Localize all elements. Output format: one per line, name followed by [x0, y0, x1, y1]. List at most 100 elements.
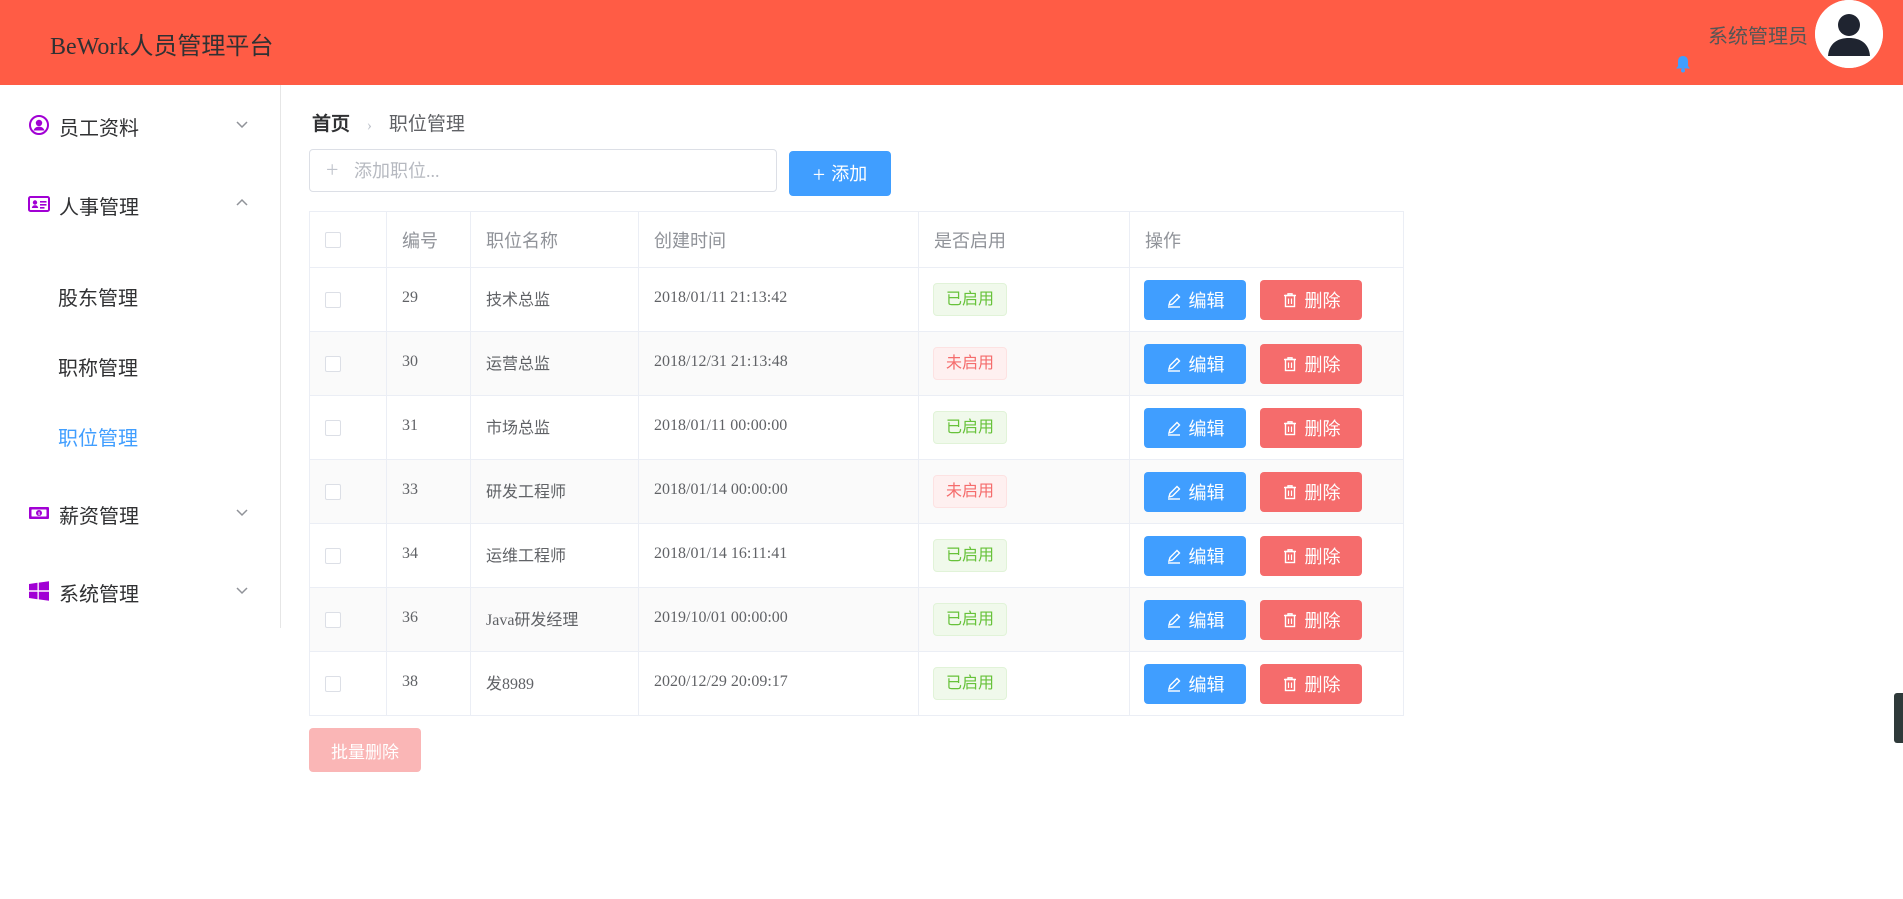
status-badge: 未启用: [933, 475, 1007, 508]
chevron-down-icon: [236, 587, 248, 595]
plus-icon: +: [812, 161, 826, 187]
status-badge: 已启用: [933, 667, 1007, 700]
cell-id: 31: [402, 417, 418, 434]
cell-id: 29: [402, 289, 418, 306]
edit-button[interactable]: 编辑: [1144, 600, 1246, 640]
edit-button[interactable]: 编辑: [1144, 280, 1246, 320]
add-position-input[interactable]: [352, 154, 756, 189]
row-checkbox[interactable]: [325, 676, 341, 692]
delete-button[interactable]: 删除: [1260, 280, 1362, 320]
edit-button[interactable]: 编辑: [1144, 344, 1246, 384]
menu-group-label: 薪资管理: [59, 506, 139, 528]
cell-position-name: 发8989: [486, 676, 535, 693]
status-badge: 未启用: [933, 347, 1007, 380]
money-icon: $: [29, 507, 49, 519]
top-header: BeWork人员管理平台 系统管理员: [0, 0, 1903, 85]
user-name[interactable]: 系统管理员: [1708, 20, 1808, 49]
column-header: 操作: [1145, 231, 1181, 251]
cell-id: 30: [402, 353, 418, 370]
menu-group-hr[interactable]: 人事管理: [0, 176, 280, 232]
delete-button-label: 删除: [1304, 547, 1341, 567]
add-button[interactable]: + 添加: [789, 151, 891, 196]
sidebar-item-title[interactable]: 职称管理: [58, 352, 138, 381]
trash-icon: [1283, 421, 1296, 436]
batch-delete-button[interactable]: 批量删除: [309, 728, 421, 772]
edit-button[interactable]: 编辑: [1144, 472, 1246, 512]
delete-button[interactable]: 删除: [1260, 600, 1362, 640]
delete-button-label: 删除: [1304, 291, 1341, 311]
row-checkbox[interactable]: [325, 548, 341, 564]
sidebar-item-shareholder[interactable]: 股东管理: [58, 282, 138, 311]
chevron-down-icon: [236, 509, 248, 517]
delete-button[interactable]: 删除: [1260, 536, 1362, 576]
trash-icon: [1283, 485, 1296, 500]
windows-icon: [29, 581, 49, 601]
edit-icon: [1167, 421, 1180, 436]
menu-group-salary[interactable]: $ 薪资管理: [0, 485, 280, 541]
menu-group-label: 系统管理: [59, 584, 139, 606]
status-badge: 已启用: [933, 283, 1007, 316]
add-position-field[interactable]: +: [309, 149, 777, 192]
edit-button[interactable]: 编辑: [1144, 408, 1246, 448]
table-row: 30 运营总监 2018/12/31 21:13:48 未启用 编辑 删除: [310, 332, 1403, 396]
trash-icon: [1283, 357, 1296, 372]
edit-icon: [1167, 613, 1180, 628]
svg-text:$: $: [38, 511, 41, 517]
delete-button[interactable]: 删除: [1260, 472, 1362, 512]
trash-icon: [1283, 613, 1296, 628]
table-row: 34 运维工程师 2018/01/14 16:11:41 已启用 编辑 删除: [310, 524, 1403, 588]
menu-group-system[interactable]: 系统管理: [0, 563, 280, 619]
cell-position-name: 技术总监: [486, 292, 551, 309]
user-avatar-icon: [1815, 0, 1883, 68]
bell-icon[interactable]: [1675, 55, 1691, 73]
table-row: 31 市场总监 2018/01/11 00:00:00 已启用 编辑 删除: [310, 396, 1403, 460]
menu-group-label: 人事管理: [59, 197, 139, 219]
row-checkbox[interactable]: [325, 612, 341, 628]
trash-icon: [1283, 293, 1296, 308]
sidebar: 员工资料 人事管理 股东管理 职称管理 职位管理 $ 薪资管理 系统管理: [0, 85, 281, 628]
side-panel-handle[interactable]: [1894, 693, 1903, 743]
trash-icon: [1283, 677, 1296, 692]
app-title: BeWork人员管理平台: [50, 34, 274, 60]
column-header: 职位名称: [486, 231, 558, 251]
row-checkbox[interactable]: [325, 420, 341, 436]
user-circle-icon: [29, 115, 49, 135]
edit-icon: [1167, 485, 1180, 500]
cell-position-name: 运维工程师: [486, 548, 567, 565]
delete-button[interactable]: 删除: [1260, 408, 1362, 448]
delete-button-label: 删除: [1304, 675, 1341, 695]
delete-button-label: 删除: [1304, 419, 1341, 439]
delete-button[interactable]: 删除: [1260, 664, 1362, 704]
row-checkbox[interactable]: [325, 484, 341, 500]
cell-created-time: 2018/01/14 00:00:00: [654, 481, 788, 498]
cell-position-name: Java研发经理: [486, 612, 579, 629]
column-header: 是否启用: [934, 231, 1006, 251]
select-all-checkbox[interactable]: [325, 232, 341, 248]
edit-icon: [1167, 549, 1180, 564]
edit-button[interactable]: 编辑: [1144, 664, 1246, 704]
edit-button-label: 编辑: [1188, 483, 1225, 503]
edit-button-label: 编辑: [1188, 291, 1225, 311]
cell-created-time: 2018/01/14 16:11:41: [654, 545, 788, 562]
row-checkbox[interactable]: [325, 356, 341, 372]
edit-button-label: 编辑: [1188, 547, 1225, 567]
avatar[interactable]: [1815, 0, 1883, 68]
edit-button[interactable]: 编辑: [1144, 536, 1246, 576]
sidebar-item-position[interactable]: 职位管理: [58, 422, 138, 451]
edit-button-label: 编辑: [1188, 419, 1225, 439]
status-badge: 已启用: [933, 603, 1007, 636]
cell-position-name: 运营总监: [486, 356, 551, 373]
table-row: 29 技术总监 2018/01/11 21:13:42 已启用 编辑 删除: [310, 268, 1403, 332]
menu-group-employee[interactable]: 员工资料: [0, 97, 280, 153]
cell-id: 34: [402, 545, 418, 562]
breadcrumb-home[interactable]: 首页: [312, 114, 350, 135]
table-row: 38 发8989 2020/12/29 20:09:17 已启用 编辑 删除: [310, 652, 1403, 716]
delete-button[interactable]: 删除: [1260, 344, 1362, 384]
status-badge: 已启用: [933, 539, 1007, 572]
row-checkbox[interactable]: [325, 292, 341, 308]
cell-position-name: 市场总监: [486, 420, 551, 437]
plus-icon: +: [326, 157, 339, 182]
cell-created-time: 2020/12/29 20:09:17: [654, 673, 788, 690]
delete-button-label: 删除: [1304, 355, 1341, 375]
table-header-row: 编号 职位名称 创建时间 是否启用 操作: [310, 212, 1403, 268]
